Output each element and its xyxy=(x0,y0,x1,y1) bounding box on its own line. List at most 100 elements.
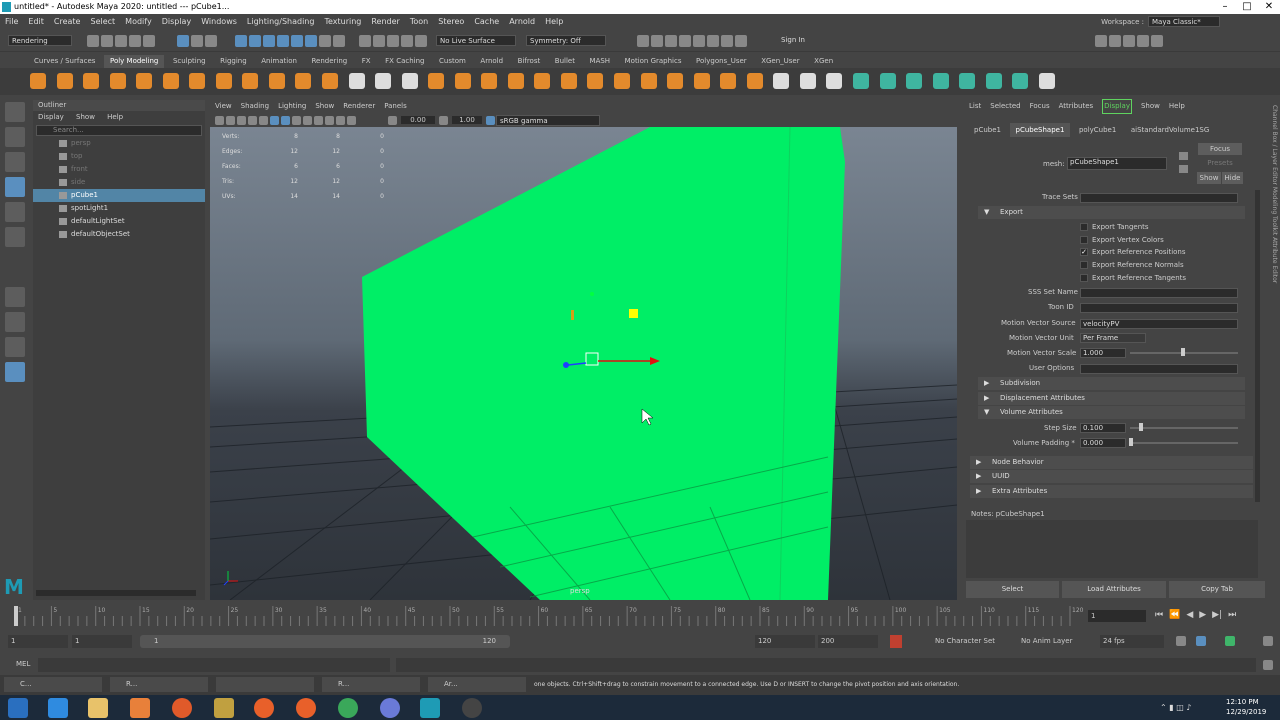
super-shape-icon[interactable] xyxy=(242,73,259,89)
shelf-tab-fx[interactable]: FX xyxy=(356,55,377,68)
outliner-item-defaultobjectset[interactable]: defaultObjectSet xyxy=(33,228,205,241)
uuid-section-header[interactable]: ▶ UUID xyxy=(970,470,1253,483)
separate-icon[interactable] xyxy=(375,73,392,89)
volume-padding-slider[interactable] xyxy=(1130,442,1238,444)
shelf-tab-rigging[interactable]: Rigging xyxy=(214,55,253,68)
uv-planar-icon[interactable] xyxy=(852,73,869,89)
ae-scrollbar[interactable] xyxy=(1255,190,1260,502)
playback-end-field[interactable]: 120 xyxy=(755,635,815,648)
lasso-tool-icon[interactable] xyxy=(5,127,25,147)
media-player-icon[interactable] xyxy=(130,698,150,718)
minimized-window-4[interactable]: R... xyxy=(322,677,420,692)
clock-time[interactable]: 12:10 PM xyxy=(1226,698,1259,706)
minimized-window-5[interactable]: Ar... xyxy=(428,677,526,692)
menu-select[interactable]: Select xyxy=(90,17,115,26)
combine-icon[interactable] xyxy=(348,73,365,89)
text-icon[interactable] xyxy=(295,73,312,89)
color-management-icon[interactable] xyxy=(486,115,495,125)
boolean-icon[interactable] xyxy=(454,73,471,89)
hud-icon[interactable] xyxy=(347,115,356,125)
ae-tab-polycube1[interactable]: polyCube1 xyxy=(1073,123,1122,137)
motion-vector-unit-dropdown[interactable]: Per Frame xyxy=(1080,333,1146,343)
play-icon[interactable]: ▶ xyxy=(1199,610,1206,620)
ae-menu-display[interactable]: Display xyxy=(1102,99,1132,114)
wireframe-icon[interactable] xyxy=(270,115,279,125)
edge-loop-icon[interactable] xyxy=(799,73,816,89)
time-slider[interactable]: 1 5 10 15 20 25 30 35 40 45 50 55 60 65 70 75 80 85 90 95 10… xyxy=(0,602,1280,632)
live-surface-field[interactable]: No Live Surface xyxy=(436,35,516,46)
outliner-item-side[interactable]: side xyxy=(33,176,205,189)
bridge-icon[interactable] xyxy=(587,73,604,89)
user-options-field[interactable] xyxy=(1080,364,1238,374)
select-by-component-icon[interactable] xyxy=(205,34,217,47)
select-tool-icon[interactable] xyxy=(5,102,25,122)
minimized-window-3[interactable] xyxy=(216,677,314,692)
output-ops-icon[interactable] xyxy=(387,34,399,47)
undo-icon[interactable] xyxy=(129,34,141,47)
move-tool-icon[interactable] xyxy=(5,177,25,197)
grid-toggle-icon[interactable] xyxy=(259,115,268,125)
menu-cache[interactable]: Cache xyxy=(474,17,499,26)
ae-tab-pcube1[interactable]: pCube1 xyxy=(968,123,1007,137)
node-behavior-section-header[interactable]: ▶ Node Behavior xyxy=(970,456,1253,469)
snap-surface-icon[interactable] xyxy=(291,34,303,47)
hypershade-icon[interactable] xyxy=(679,34,691,47)
outliner-item-top[interactable]: top xyxy=(33,150,205,163)
viewport-menu-lighting[interactable]: Lighting xyxy=(278,100,306,113)
go-to-end-icon[interactable]: ⏭ xyxy=(1228,610,1236,620)
uv-layout-icon[interactable] xyxy=(1012,73,1029,89)
y-axis-tip[interactable] xyxy=(590,292,594,296)
outliner-layout-icon[interactable] xyxy=(5,362,25,382)
snap-curve-icon[interactable] xyxy=(249,34,261,47)
preferences-icon[interactable] xyxy=(1263,636,1273,646)
export-reference-normals-checkbox[interactable] xyxy=(1080,261,1088,269)
firefox-icon[interactable] xyxy=(172,698,192,718)
viewport-menu-panels[interactable]: Panels xyxy=(384,100,407,113)
tool-settings-icon[interactable] xyxy=(1123,34,1135,47)
volume-padding-knob[interactable] xyxy=(1129,438,1133,446)
range-start-field[interactable]: 1 xyxy=(8,635,68,648)
ae-menu-list[interactable]: List xyxy=(969,100,981,113)
outliner-menu-display[interactable]: Display xyxy=(38,113,64,121)
history-icon[interactable] xyxy=(359,34,371,47)
bookmarks-icon[interactable] xyxy=(237,115,246,125)
select-by-hierarchy-icon[interactable] xyxy=(177,34,189,47)
discord-icon[interactable] xyxy=(380,698,400,718)
maya-taskbar-icon[interactable] xyxy=(420,698,440,718)
poly-plane-icon[interactable] xyxy=(162,73,179,89)
workspace-dropdown[interactable]: Maya Classic* xyxy=(1148,16,1220,27)
minimized-window-1[interactable]: C... xyxy=(4,677,102,692)
target-weld-icon[interactable] xyxy=(746,73,763,89)
textured-icon[interactable] xyxy=(292,115,301,125)
shelf-tab-xgen[interactable]: XGen xyxy=(808,55,839,68)
render-view-icon[interactable] xyxy=(693,34,705,47)
shelf-tab-rendering[interactable]: Rendering xyxy=(305,55,353,68)
channel-box-icon[interactable] xyxy=(1137,34,1149,47)
save-scene-icon[interactable] xyxy=(115,34,127,47)
shelf-tab-curves[interactable]: Curves / Surfaces xyxy=(28,55,101,68)
minimize-button[interactable]: – xyxy=(1214,0,1236,14)
loop-icon[interactable] xyxy=(1176,636,1186,646)
hide-button[interactable]: Hide xyxy=(1222,172,1243,184)
plane-handle-yz[interactable] xyxy=(629,309,638,318)
ae-menu-selected[interactable]: Selected xyxy=(990,100,1020,113)
exposure-icon[interactable] xyxy=(388,115,397,125)
menu-lighting-shading[interactable]: Lighting/Shading xyxy=(247,17,315,26)
arnold-render-icon[interactable] xyxy=(707,34,719,47)
shadows-icon[interactable] xyxy=(314,115,323,125)
chrome-icon[interactable] xyxy=(338,698,358,718)
camera-attributes-icon[interactable] xyxy=(226,115,235,125)
menu-display[interactable]: Display xyxy=(162,17,192,26)
menu-texturing[interactable]: Texturing xyxy=(324,17,361,26)
shelf-tab-custom[interactable]: Custom xyxy=(433,55,472,68)
shelf-tab-polygons-user[interactable]: Polygons_User xyxy=(690,55,753,68)
reduce-icon[interactable] xyxy=(481,73,498,89)
clock-date[interactable]: 12/29/2019 xyxy=(1226,708,1266,716)
menu-arnold[interactable]: Arnold xyxy=(509,17,535,26)
toon-id-field[interactable] xyxy=(1080,303,1238,313)
smooth-icon[interactable] xyxy=(428,73,445,89)
menu-create[interactable]: Create xyxy=(54,17,81,26)
svg-icon[interactable] xyxy=(322,73,339,89)
file-explorer-icon[interactable] xyxy=(88,698,108,718)
menu-edit[interactable]: Edit xyxy=(28,17,44,26)
